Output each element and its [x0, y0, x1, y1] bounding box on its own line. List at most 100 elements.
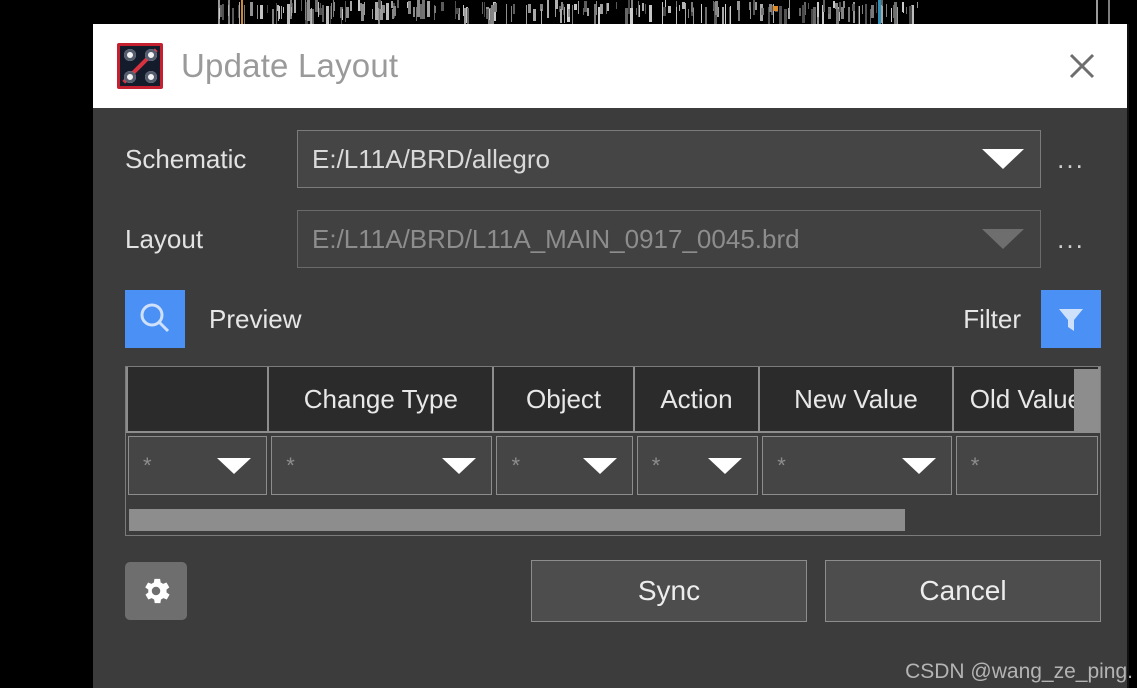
- bg-noise-line: [729, 7, 730, 24]
- bg-noise-line: [722, 7, 724, 24]
- schematic-combo[interactable]: E:/L11A/BRD/allegro: [297, 130, 1041, 188]
- bg-noise-line: [773, 6, 778, 11]
- schematic-dropdown-arrow[interactable]: [966, 149, 1040, 169]
- bg-noise-line: [378, 8, 379, 21]
- layout-browse-button[interactable]: ...: [1041, 224, 1101, 255]
- table-filter-cell[interactable]: *: [636, 436, 759, 495]
- bg-noise-line: [513, 4, 515, 14]
- bg-noise-line: [886, 4, 887, 17]
- table-filter-cell[interactable]: *: [496, 436, 633, 495]
- bg-noise-line: [228, 5, 229, 16]
- bg-noise-line: [380, 9, 383, 20]
- bg-noise-line: [679, 5, 680, 11]
- gear-icon: [145, 578, 170, 604]
- bg-noise: [218, 0, 918, 24]
- schematic-field-row: Schematic E:/L11A/BRD/allegro ...: [125, 130, 1101, 188]
- sync-button[interactable]: Sync: [531, 560, 807, 622]
- filter-dropdown-arrow[interactable]: [202, 457, 266, 474]
- bg-noise-line: [596, 1, 597, 15]
- settings-button[interactable]: [125, 562, 187, 620]
- filter-dropdown-arrow[interactable]: [427, 457, 491, 474]
- update-layout-dialog: Update Layout Schematic E:/L11A/BRD/alle…: [93, 24, 1129, 688]
- bg-noise-line: [482, 2, 483, 14]
- layout-combo: E:/L11A/BRD/L11A_MAIN_0917_0045.brd: [297, 210, 1041, 268]
- schematic-browse-button[interactable]: ...: [1041, 144, 1101, 175]
- bg-noise-line: [799, 8, 801, 16]
- bg-noise-line: [862, 5, 863, 14]
- bg-noise-line: [802, 5, 805, 23]
- bg-noise-line: [257, 5, 258, 19]
- close-button[interactable]: [1059, 43, 1105, 89]
- background-cad-view: [0, 0, 1137, 24]
- bg-noise-line: [715, 1, 718, 15]
- bg-noise-line: [331, 3, 332, 19]
- table-filter-cell[interactable]: *: [271, 436, 493, 495]
- bg-noise-line: [833, 1, 835, 8]
- bg-noise-line: [616, 2, 617, 9]
- horizontal-scrollbar[interactable]: [129, 509, 1097, 531]
- bg-noise-line: [334, 2, 335, 11]
- bg-noise-line: [663, 7, 666, 16]
- bg-noise-line: [676, 7, 677, 24]
- bg-noise-line: [350, 1, 352, 11]
- bg-noise-line: [434, 6, 436, 13]
- bg-noise-line: [645, 4, 646, 14]
- bg-noise-line: [784, 9, 787, 24]
- schematic-value: E:/L11A/BRD/allegro: [312, 143, 550, 174]
- dialog-footer: Sync Cancel: [125, 560, 1101, 622]
- bg-noise-line: [568, 9, 570, 17]
- bg-noise-line: [693, 8, 694, 24]
- bg-noise-line: [891, 8, 892, 22]
- preview-filter-row: Preview Filter: [125, 290, 1101, 348]
- bg-noise-line: [364, 2, 365, 15]
- table-column-header[interactable]: Action: [634, 367, 761, 433]
- table-column-header[interactable]: [126, 367, 270, 433]
- bg-noise-line: [909, 6, 912, 24]
- bg-noise-line: [239, 2, 240, 24]
- bg-noise-line: [305, 0, 306, 20]
- layout-dropdown-arrow: [966, 229, 1040, 249]
- bg-noise-line: [494, 3, 497, 12]
- bg-noise-line: [533, 9, 536, 21]
- filter-value: *: [143, 452, 152, 478]
- table-column-header[interactable]: Change Type: [269, 367, 495, 433]
- filter-button[interactable]: [1041, 290, 1101, 348]
- bg-noise-line: [808, 3, 809, 9]
- table-column-header[interactable]: Object: [494, 367, 635, 433]
- filter-value: *: [651, 452, 661, 478]
- filter-value: *: [286, 452, 295, 478]
- bg-noise-line: [420, 4, 422, 19]
- bg-noise-line: [372, 9, 373, 19]
- chevron-down-icon: [982, 229, 1024, 249]
- table-filter-cell[interactable]: *: [955, 436, 1098, 495]
- filter-dropdown-arrow[interactable]: [887, 457, 951, 474]
- bg-noise-line: [871, 5, 874, 18]
- bg-noise-line: [413, 7, 415, 17]
- bg-noise-line: [836, 9, 839, 24]
- table-filter-row: * * * * * *: [126, 433, 1100, 495]
- bg-noise-line: [291, 7, 292, 16]
- bg-noise-line: [326, 6, 329, 24]
- filter-dropdown-arrow[interactable]: [568, 457, 632, 474]
- bg-noise-line: [912, 5, 914, 24]
- bg-noise-line: [484, 2, 485, 17]
- bg-noise-line: [310, 9, 311, 24]
- search-icon: [140, 303, 170, 333]
- bg-noise-line: [630, 8, 633, 24]
- bg-noise-line: [541, 9, 542, 24]
- bg-noise-line: [600, 4, 603, 14]
- table-filter-cell[interactable]: *: [762, 436, 952, 495]
- filter-dropdown-arrow[interactable]: [693, 457, 757, 474]
- bg-noise-line: [917, 2, 918, 8]
- table-column-header[interactable]: New Value: [760, 367, 954, 433]
- dialog-titlebar: Update Layout: [93, 24, 1127, 108]
- preview-button[interactable]: [125, 290, 185, 348]
- horizontal-scrollbar-thumb[interactable]: [129, 509, 905, 531]
- table-filter-cell[interactable]: *: [128, 436, 268, 495]
- cancel-button[interactable]: Cancel: [825, 560, 1101, 622]
- vertical-scrollbar-thumb[interactable]: [1074, 369, 1098, 431]
- chevron-down-icon: [982, 149, 1024, 169]
- bg-noise-line: [584, 1, 587, 12]
- bg-noise-line: [408, 1, 411, 14]
- bg-noise-line: [392, 9, 394, 19]
